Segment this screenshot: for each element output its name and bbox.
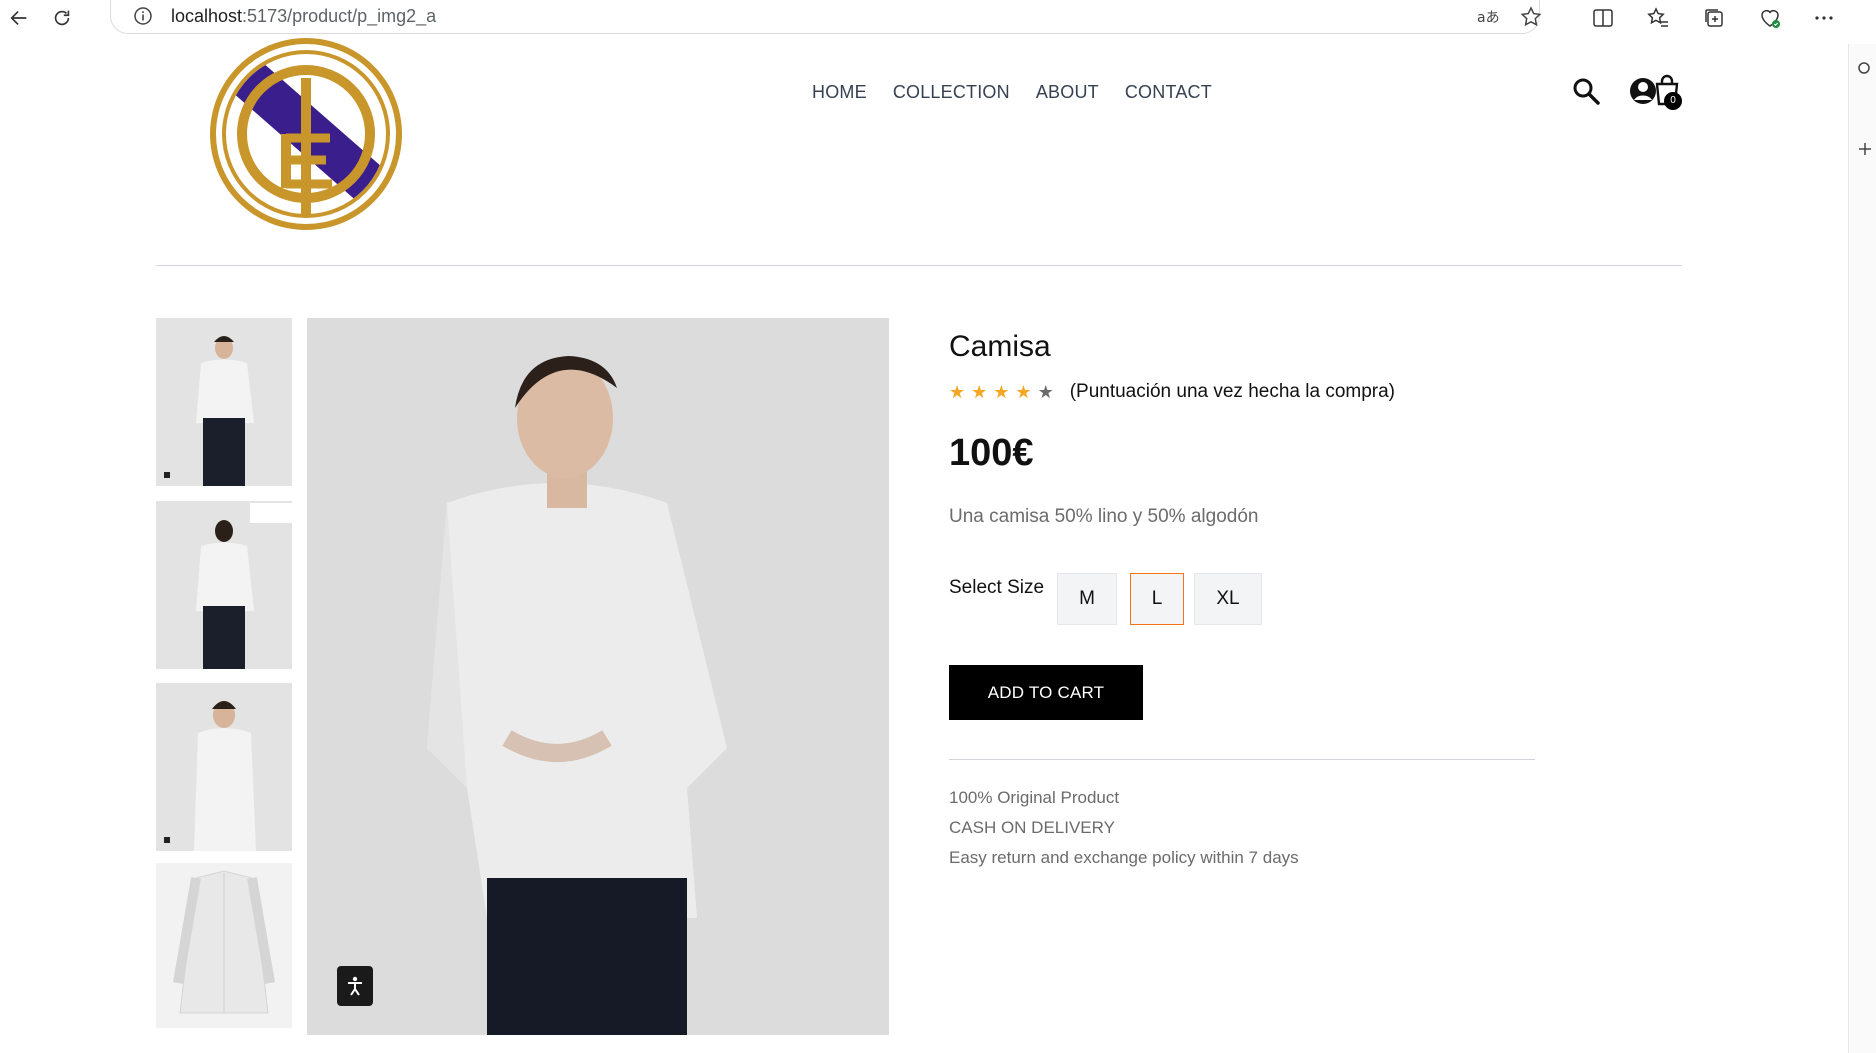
size-option-m[interactable]: M bbox=[1057, 573, 1117, 625]
main-nav: HOME COLLECTION ABOUT CONTACT bbox=[812, 82, 1212, 103]
product-price: 100€ bbox=[949, 432, 1034, 474]
product-rating: ★ ★ ★ ★ ★ (Puntuación una vez hecha la c… bbox=[949, 381, 1395, 403]
search-sidebar-icon[interactable] bbox=[1856, 60, 1874, 78]
add-sidebar-icon[interactable] bbox=[1856, 140, 1874, 158]
nav-about[interactable]: ABOUT bbox=[1036, 82, 1099, 103]
split-screen-icon bbox=[1593, 9, 1613, 27]
model-back-image bbox=[156, 501, 292, 669]
edge-sidebar bbox=[1848, 44, 1876, 1053]
product-thumbnail-3[interactable] bbox=[156, 683, 292, 851]
model-side-image bbox=[156, 683, 292, 851]
size-option-l[interactable]: L bbox=[1130, 573, 1184, 625]
add-to-cart-button[interactable]: ADD TO CART bbox=[949, 665, 1143, 720]
favorites-button[interactable] bbox=[1644, 4, 1672, 32]
star-icon: ★ bbox=[949, 382, 966, 402]
real-madrid-logo[interactable] bbox=[206, 38, 406, 230]
site-info-icon[interactable] bbox=[133, 6, 153, 26]
url-path: :5173/product/p_img2_a bbox=[242, 6, 437, 26]
split-screen-button[interactable] bbox=[1589, 4, 1617, 32]
product-main-image bbox=[307, 318, 889, 1035]
product-thumbnail-2[interactable] bbox=[156, 501, 292, 669]
back-button[interactable] bbox=[3, 2, 35, 34]
favorite-star-icon[interactable] bbox=[1519, 5, 1543, 29]
reload-button[interactable] bbox=[46, 2, 78, 34]
back-arrow-icon bbox=[10, 10, 27, 26]
star-icon: ★ bbox=[1015, 382, 1032, 402]
info-original: 100% Original Product bbox=[949, 788, 1120, 807]
nav-home[interactable]: HOME bbox=[812, 82, 867, 103]
accessibility-icon bbox=[348, 976, 362, 996]
info-divider bbox=[949, 759, 1535, 760]
model-front-image bbox=[156, 318, 292, 486]
info-returns: Easy return and exchange policy within 7… bbox=[949, 848, 1299, 867]
product-thumbnail-4[interactable] bbox=[156, 863, 292, 1028]
browser-toolbar: localhost:5173/product/p_img2_a aあ bbox=[0, 0, 1876, 36]
product-title: Camisa bbox=[949, 330, 1051, 363]
url-host: localhost bbox=[171, 6, 243, 26]
collections-button[interactable] bbox=[1700, 4, 1728, 32]
url-text: localhost:5173/product/p_img2_a bbox=[171, 6, 436, 27]
info-cod: CASH ON DELIVERY bbox=[949, 818, 1115, 837]
model-main-image bbox=[307, 318, 889, 1035]
more-options-button[interactable] bbox=[1810, 4, 1838, 32]
svg-text:aあ: aあ bbox=[1477, 10, 1500, 26]
size-label: Select Size bbox=[949, 577, 1045, 598]
search-icon[interactable] bbox=[1571, 76, 1601, 106]
rating-note: (Puntuación una vez hecha la compra) bbox=[1069, 381, 1396, 402]
translate-icon[interactable]: aあ bbox=[1476, 5, 1500, 29]
cart-count-badge: 0 bbox=[1664, 92, 1682, 110]
nav-collection[interactable]: COLLECTION bbox=[893, 82, 1010, 103]
star-empty-icon: ★ bbox=[1037, 382, 1054, 402]
product-description: Una camisa 50% lino y 50% algodón bbox=[949, 506, 1259, 527]
collections-icon bbox=[1705, 9, 1723, 27]
more-dots-icon bbox=[1815, 16, 1833, 20]
star-icon: ★ bbox=[971, 382, 988, 402]
favorites-icon bbox=[1647, 7, 1668, 27]
header-divider bbox=[156, 265, 1682, 266]
size-option-xl[interactable]: XL bbox=[1194, 573, 1262, 625]
product-page: HOME COLLECTION ABOUT CONTACT 0 Camisa ★… bbox=[0, 36, 1848, 1053]
heart-pulse-icon bbox=[1761, 10, 1780, 28]
nav-contact[interactable]: CONTACT bbox=[1125, 82, 1212, 103]
shirt-flat-image bbox=[156, 863, 292, 1028]
accessibility-button[interactable] bbox=[337, 966, 373, 1006]
address-bar[interactable]: localhost:5173/product/p_img2_a aあ bbox=[110, 0, 1543, 34]
product-thumbnail-1[interactable] bbox=[156, 318, 292, 486]
star-icon: ★ bbox=[993, 382, 1010, 402]
browser-essentials-button[interactable] bbox=[1756, 4, 1784, 32]
reload-icon bbox=[54, 10, 70, 26]
